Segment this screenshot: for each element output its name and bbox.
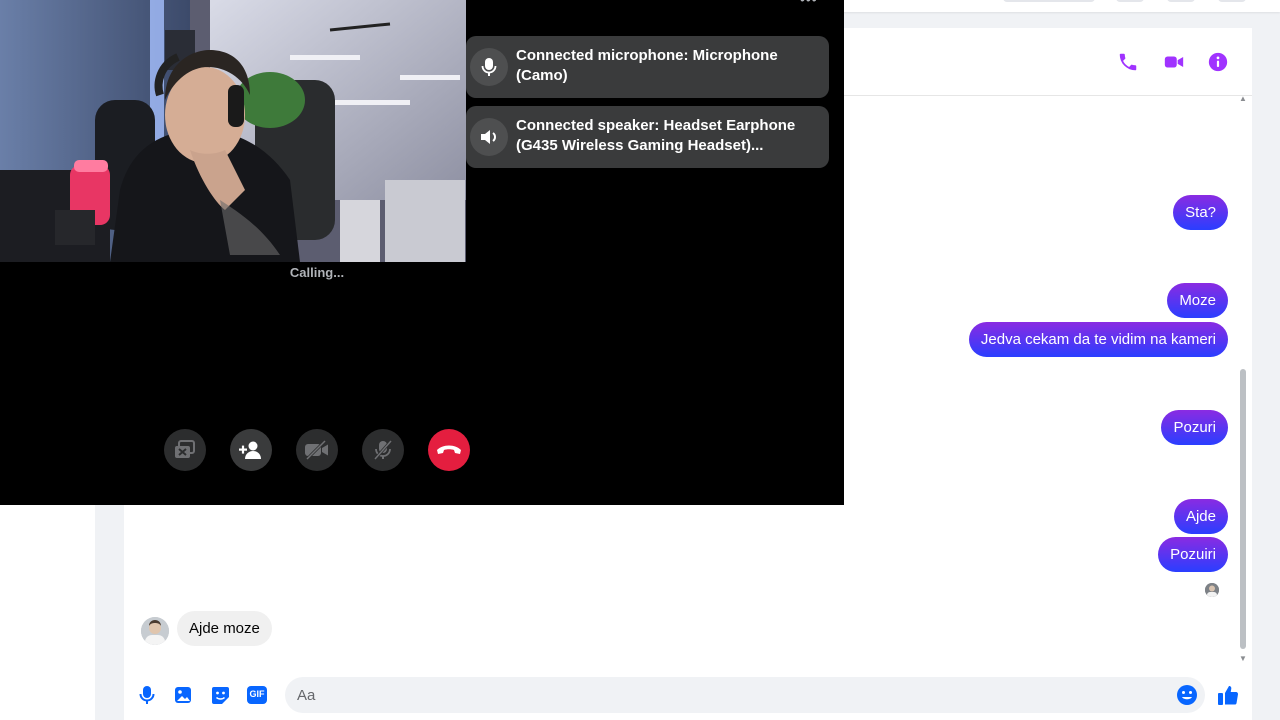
self-video-preview (0, 0, 466, 262)
image-icon[interactable] (172, 684, 194, 706)
video-camera-icon[interactable] (1162, 50, 1186, 74)
gif-icon[interactable]: GIF (246, 684, 268, 706)
more-options-icon[interactable]: ••• (800, 0, 818, 7)
outgoing-message[interactable]: Moze (1167, 283, 1228, 318)
speaker-notification-text: Connected speaker: Headset Earphone (G43… (516, 117, 796, 154)
top-search-pill[interactable] (1003, 0, 1095, 2)
contact-avatar[interactable] (141, 617, 169, 645)
outgoing-message[interactable]: Jedva cekam da te vidim na kameri (968, 322, 1228, 357)
call-window: ••• (0, 0, 844, 505)
thumbs-up-icon[interactable] (1217, 684, 1239, 706)
gif-label: GIF (249, 689, 265, 699)
sticker-icon[interactable] (209, 684, 231, 706)
top-nav-button[interactable] (1116, 0, 1144, 2)
microphone-notification-text: Connected microphone: Microphone (Camo) (516, 47, 778, 84)
outgoing-message[interactable]: Pozuri (1161, 410, 1228, 445)
add-person-button[interactable] (230, 429, 272, 471)
share-screen-button[interactable] (164, 429, 206, 471)
mic-off-icon (373, 440, 393, 460)
mute-button[interactable] (362, 429, 404, 471)
outgoing-message[interactable]: Pozuiri (1158, 537, 1228, 572)
add-person-icon (239, 441, 261, 459)
microphone-notification: Connected microphone: Microphone (Camo) (466, 36, 829, 98)
emoji-icon[interactable] (1176, 684, 1198, 706)
profile-avatar[interactable] (1218, 0, 1246, 2)
scrollbar-thumb[interactable] (1240, 369, 1246, 649)
speaker-notification: Connected speaker: Headset Earphone (G43… (466, 106, 829, 168)
hangup-icon (437, 445, 461, 454)
outgoing-message[interactable]: Sta? (1173, 195, 1228, 230)
video-off-icon (305, 440, 328, 460)
chat-scrollbar[interactable]: ▲ ▼ (1238, 95, 1248, 665)
video-toggle-button[interactable] (296, 429, 338, 471)
microphone-icon (470, 48, 508, 86)
top-nav-button[interactable] (1167, 0, 1195, 2)
message-input[interactable] (285, 677, 1205, 713)
phone-icon[interactable] (1116, 50, 1140, 74)
scroll-up-icon[interactable]: ▲ (1239, 95, 1247, 103)
call-status: Calling... (289, 265, 345, 280)
speaker-icon (470, 118, 508, 156)
incoming-message[interactable]: Ajde moze (177, 611, 272, 646)
scroll-down-icon[interactable]: ▼ (1239, 655, 1247, 663)
microphone-icon[interactable] (136, 684, 158, 706)
screen-share-icon (175, 440, 195, 458)
end-call-button[interactable] (428, 429, 470, 471)
info-icon[interactable] (1206, 50, 1230, 74)
seen-avatar (1205, 583, 1219, 597)
outgoing-message[interactable]: Ajde (1173, 499, 1228, 534)
